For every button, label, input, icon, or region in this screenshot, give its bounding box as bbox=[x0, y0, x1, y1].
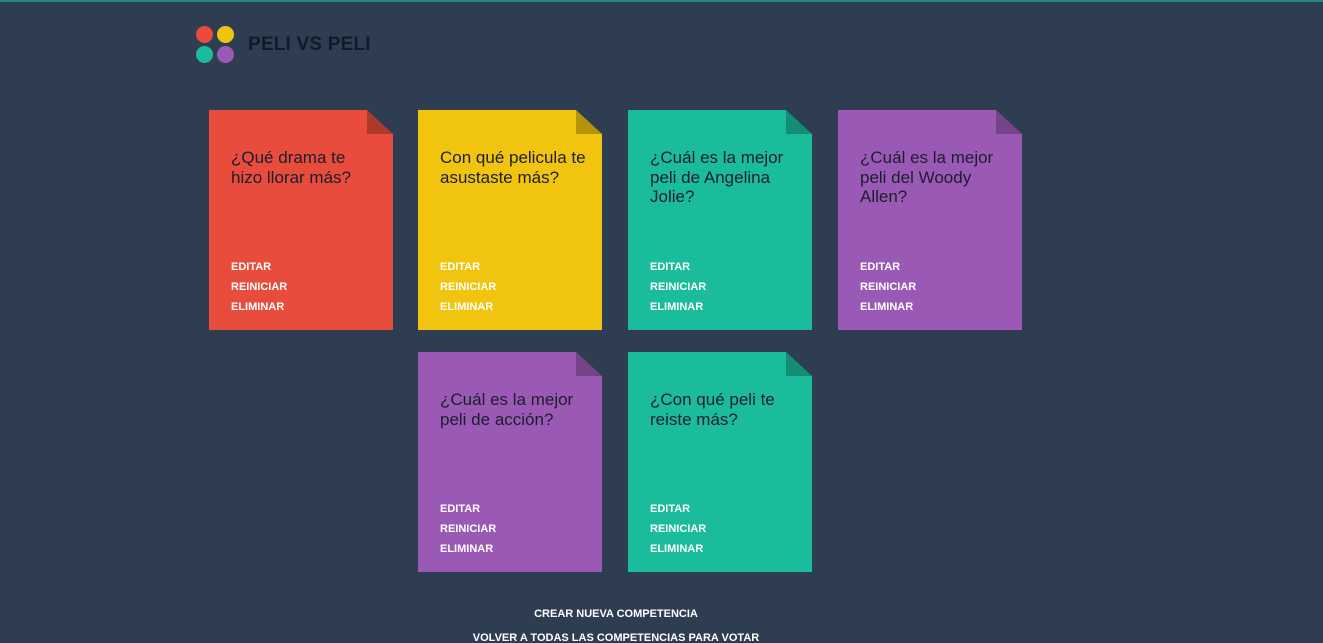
logo-icon bbox=[196, 26, 234, 63]
delete-link[interactable]: ELIMINAR bbox=[650, 298, 706, 318]
card-actions: EDITAR REINICIAR ELIMINAR bbox=[650, 500, 706, 559]
card-question: ¿Con qué peli te reiste más? bbox=[650, 390, 775, 429]
logo[interactable]: PELI VS PELI bbox=[196, 26, 371, 63]
reset-link[interactable]: REINICIAR bbox=[650, 520, 706, 540]
card-fold bbox=[367, 110, 393, 134]
delete-link[interactable]: ELIMINAR bbox=[440, 540, 496, 560]
edit-link[interactable]: EDITAR bbox=[231, 258, 287, 278]
edit-link[interactable]: EDITAR bbox=[440, 258, 496, 278]
back-to-competitions-link[interactable]: VOLVER A TODAS LAS COMPETENCIAS PARA VOT… bbox=[400, 626, 832, 643]
card-fold bbox=[576, 352, 602, 376]
card-fold bbox=[996, 110, 1022, 134]
edit-link[interactable]: EDITAR bbox=[860, 258, 916, 278]
app-title: PELI VS PELI bbox=[248, 33, 371, 55]
card-actions: EDITAR REINICIAR ELIMINAR bbox=[231, 258, 287, 317]
footer-links: CREAR NUEVA COMPETENCIA VOLVER A TODAS L… bbox=[400, 602, 832, 643]
competition-card: ¿Cuál es la mejor peli del Woody Allen? … bbox=[838, 110, 1022, 330]
edit-link[interactable]: EDITAR bbox=[440, 500, 496, 520]
app-page: PELI VS PELI ¿Qué drama te hizo llorar m… bbox=[0, 0, 1323, 643]
card-actions: EDITAR REINICIAR ELIMINAR bbox=[860, 258, 916, 317]
competition-card: ¿Qué drama te hizo llorar más? EDITAR RE… bbox=[209, 110, 393, 330]
reset-link[interactable]: REINICIAR bbox=[860, 278, 916, 298]
card-question: ¿Cuál es la mejor peli del Woody Allen? bbox=[860, 148, 994, 206]
create-competition-link[interactable]: CREAR NUEVA COMPETENCIA bbox=[400, 602, 832, 626]
card-fold bbox=[576, 110, 602, 134]
card-actions: EDITAR REINICIAR ELIMINAR bbox=[440, 258, 496, 317]
competition-card: ¿Cuál es la mejor peli de acción? EDITAR… bbox=[418, 352, 602, 572]
logo-dot-yellow bbox=[217, 26, 234, 43]
card-actions: EDITAR REINICIAR ELIMINAR bbox=[650, 258, 706, 317]
card-question: ¿Qué drama te hizo llorar más? bbox=[231, 148, 351, 187]
edit-link[interactable]: EDITAR bbox=[650, 500, 706, 520]
competition-card: Con qué pelicula te asustaste más? EDITA… bbox=[418, 110, 602, 330]
competition-card: ¿Con qué peli te reiste más? EDITAR REIN… bbox=[628, 352, 812, 572]
card-question: Con qué pelicula te asustaste más? bbox=[440, 148, 586, 187]
logo-dot-red bbox=[196, 26, 213, 43]
card-actions: EDITAR REINICIAR ELIMINAR bbox=[440, 500, 496, 559]
reset-link[interactable]: REINICIAR bbox=[440, 278, 496, 298]
card-fold bbox=[786, 110, 812, 134]
card-question: ¿Cuál es la mejor peli de Angelina Jolie… bbox=[650, 148, 784, 206]
card-fold bbox=[786, 352, 812, 376]
logo-dot-green bbox=[196, 46, 213, 63]
reset-link[interactable]: REINICIAR bbox=[440, 520, 496, 540]
delete-link[interactable]: ELIMINAR bbox=[650, 540, 706, 560]
card-question: ¿Cuál es la mejor peli de acción? bbox=[440, 390, 574, 429]
delete-link[interactable]: ELIMINAR bbox=[860, 298, 916, 318]
delete-link[interactable]: ELIMINAR bbox=[231, 298, 287, 318]
delete-link[interactable]: ELIMINAR bbox=[440, 298, 496, 318]
competition-card: ¿Cuál es la mejor peli de Angelina Jolie… bbox=[628, 110, 812, 330]
logo-dot-purple bbox=[217, 46, 234, 63]
edit-link[interactable]: EDITAR bbox=[650, 258, 706, 278]
reset-link[interactable]: REINICIAR bbox=[650, 278, 706, 298]
reset-link[interactable]: REINICIAR bbox=[231, 278, 287, 298]
